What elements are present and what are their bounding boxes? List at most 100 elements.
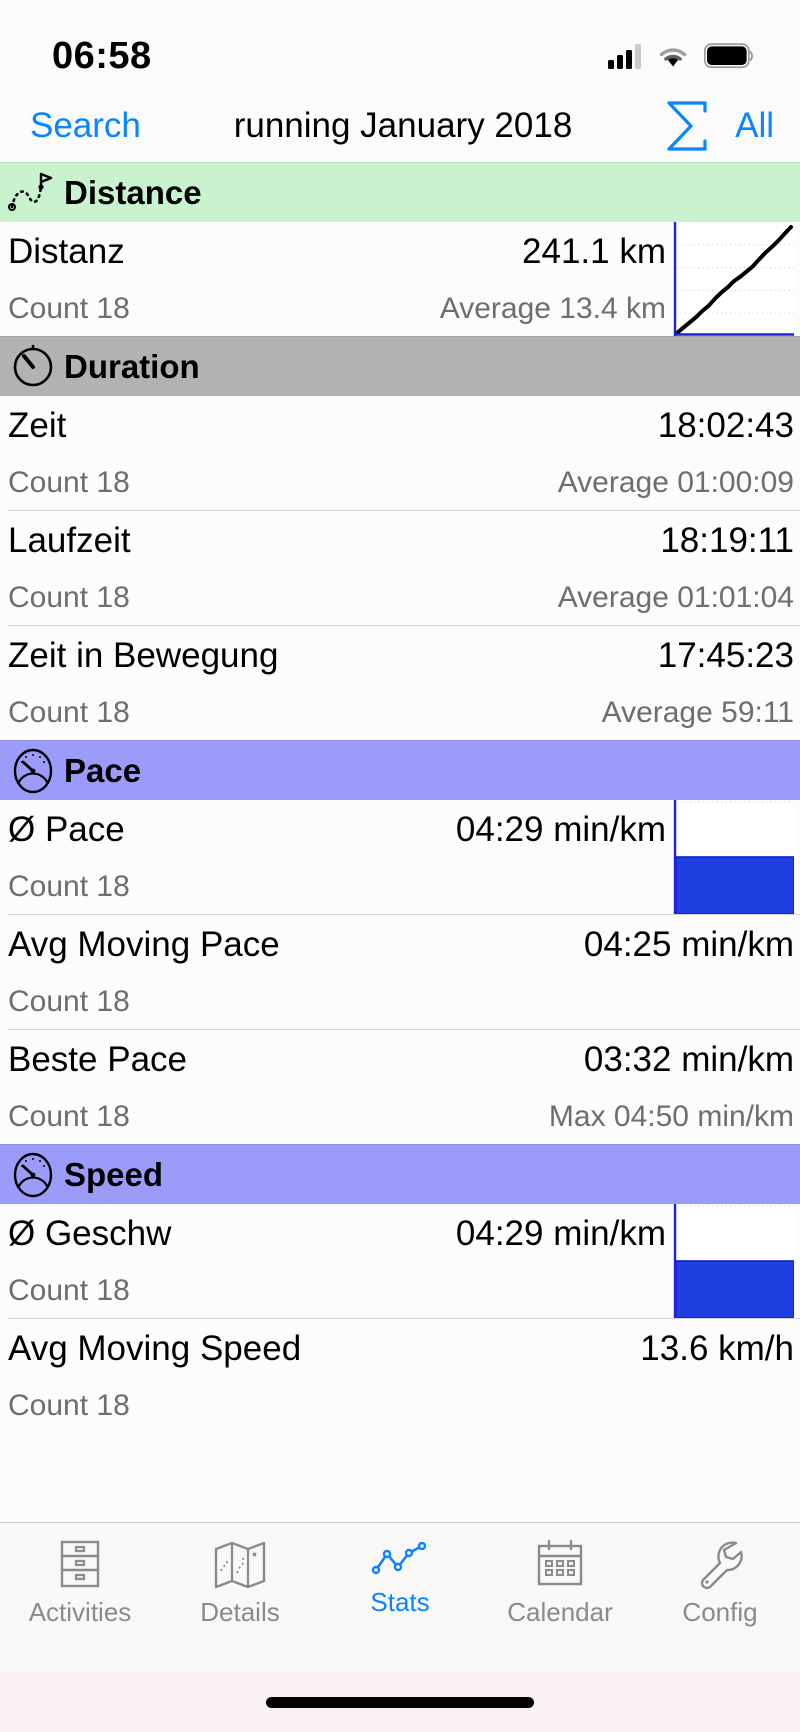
stat-sub-value: Average 01:01:04 bbox=[557, 581, 794, 614]
stat-row-main: Avg Moving Pace 04:25 min/km bbox=[0, 915, 800, 975]
stat-count: Count 18 bbox=[8, 870, 130, 903]
file-cabinet-icon bbox=[60, 1540, 100, 1588]
stat-count: Count 18 bbox=[8, 985, 130, 1018]
stat-value: 18:02:43 bbox=[657, 406, 794, 445]
stat-label: Avg Moving Speed bbox=[8, 1329, 302, 1368]
stat-label: Zeit in Bewegung bbox=[8, 636, 279, 675]
stat-sub-value: Average 59:11 bbox=[601, 696, 794, 729]
folded-map-icon bbox=[214, 1541, 266, 1589]
home-indicator[interactable] bbox=[266, 1696, 534, 1708]
stat-sub-value: Max 04:50 min/km bbox=[548, 1100, 794, 1133]
stat-row[interactable]: Avg Moving Pace 04:25 min/km Count 18 bbox=[0, 915, 800, 1029]
tab-label: Calendar bbox=[507, 1597, 613, 1627]
tab-label: Activities bbox=[28, 1597, 132, 1627]
stat-row-main: Avg Moving Speed 13.6 km/h bbox=[0, 1319, 800, 1379]
app-screen: 06:58 Search running January 2018 All Di… bbox=[0, 0, 800, 1732]
stat-count: Count 18 bbox=[8, 292, 130, 325]
tab-config[interactable]: Config bbox=[640, 1537, 800, 1628]
stat-row-main: Zeit 18:02:43 bbox=[0, 396, 800, 456]
speedometer-icon bbox=[13, 748, 53, 793]
navigation-bar: Search running January 2018 All bbox=[0, 90, 800, 162]
search-button[interactable]: Search bbox=[30, 106, 141, 146]
wifi-icon bbox=[659, 48, 687, 67]
stat-count: Count 18 bbox=[8, 466, 130, 499]
stat-sub-value: Average 01:00:09 bbox=[557, 466, 794, 499]
stat-row-sub: Count 18 Average 59:11 bbox=[0, 686, 800, 740]
average-bar-chart bbox=[672, 800, 795, 915]
stat-row-sub: Count 18 bbox=[0, 1379, 800, 1433]
stat-value: 04:25 min/km bbox=[583, 925, 794, 964]
stat-row-sub: Count 18 Average 01:00:09 bbox=[0, 456, 800, 510]
calendar-icon bbox=[537, 1539, 583, 1586]
tab-activities[interactable]: Activities bbox=[0, 1537, 160, 1628]
stat-count: Count 18 bbox=[8, 696, 130, 729]
stat-row[interactable]: Avg Moving Speed 13.6 km/h Count 18 bbox=[0, 1319, 800, 1433]
all-filter-button[interactable]: All bbox=[735, 106, 774, 146]
stat-row-main: Zeit in Bewegung 17:45:23 bbox=[0, 626, 800, 686]
route-path-flag-icon bbox=[4, 171, 62, 215]
stat-row-main: Laufzeit 18:19:11 bbox=[0, 511, 800, 571]
status-bar-time: 06:58 bbox=[52, 34, 152, 77]
wrench-icon bbox=[700, 1541, 743, 1590]
tab-calendar[interactable]: Calendar bbox=[480, 1537, 640, 1628]
stat-row[interactable]: Laufzeit 18:19:11 Count 18 Average 01:01:04 bbox=[0, 511, 800, 625]
stat-row[interactable]: Ø Geschw 04:29 min/km Count 18 bbox=[0, 1204, 800, 1319]
speedometer-icon bbox=[4, 1150, 62, 1200]
stat-row[interactable]: Beste Pace 03:32 min/km Count 18 Max 04:50 … bbox=[0, 1030, 800, 1144]
stopwatch-icon bbox=[4, 344, 62, 390]
section-header-duration[interactable]: Duration bbox=[0, 336, 800, 396]
section-header-pace[interactable]: Pace bbox=[0, 740, 800, 800]
stat-row[interactable]: Distanz 241.1 km Count 18 Average 13.4 km bbox=[0, 222, 800, 336]
home-indicator-area bbox=[0, 1672, 800, 1732]
route-path-flag-icon bbox=[8, 172, 53, 211]
section-header-speed[interactable]: Speed bbox=[0, 1144, 800, 1204]
stat-row[interactable]: Zeit 18:02:43 Count 18 Average 01:00:09 bbox=[0, 396, 800, 510]
section-title: Distance bbox=[64, 173, 202, 211]
stat-label: Distanz bbox=[8, 232, 125, 271]
stopwatch-icon bbox=[13, 344, 53, 386]
cellular-signal-icon bbox=[608, 44, 641, 69]
distance-sparkline-chart bbox=[672, 222, 794, 336]
stat-count: Count 18 bbox=[8, 581, 130, 614]
stat-sub-value: Average 13.4 km bbox=[439, 292, 666, 325]
line-chart-icon bbox=[371, 1541, 427, 1575]
section-header-distance[interactable]: Distance bbox=[0, 162, 800, 222]
stat-value: 18:19:11 bbox=[660, 521, 794, 560]
sigma-summation-icon[interactable] bbox=[661, 98, 713, 154]
stat-label: Ø Geschw bbox=[8, 1214, 172, 1253]
tab-stats[interactable]: Stats bbox=[320, 1537, 480, 1618]
stat-label: Beste Pace bbox=[8, 1040, 187, 1079]
page-title: running January 2018 bbox=[233, 106, 573, 145]
stat-row-sub: Count 18 Max 04:50 min/km bbox=[0, 1090, 800, 1144]
stat-value: 13.6 km/h bbox=[640, 1329, 794, 1368]
section-title: Duration bbox=[64, 347, 200, 385]
stat-value: 17:45:23 bbox=[657, 636, 794, 675]
status-bar-indicators bbox=[608, 43, 754, 69]
stat-label: Zeit bbox=[8, 406, 67, 445]
stat-count: Count 18 bbox=[8, 1389, 130, 1422]
stat-value: 04:29 min/km bbox=[455, 1214, 666, 1253]
stat-count: Count 18 bbox=[8, 1274, 130, 1307]
stat-label: Avg Moving Pace bbox=[8, 925, 280, 964]
status-bar: 06:58 bbox=[0, 0, 800, 90]
speedometer-icon bbox=[13, 1152, 53, 1197]
section-title: Speed bbox=[64, 1155, 164, 1193]
stat-row[interactable]: Ø Pace 04:29 min/km Count 18 bbox=[0, 800, 800, 915]
stat-label: Laufzeit bbox=[8, 521, 131, 560]
section-title: Pace bbox=[64, 751, 142, 789]
stat-value: 03:32 min/km bbox=[583, 1040, 794, 1079]
stat-value: 04:29 min/km bbox=[455, 810, 666, 849]
stat-label: Ø Pace bbox=[8, 810, 125, 849]
stats-list[interactable]: Distance Distanz 241.1 km Count 18 Average 1… bbox=[0, 162, 800, 1522]
stat-count: Count 18 bbox=[8, 1100, 130, 1133]
battery-icon bbox=[704, 43, 754, 69]
tab-label: Stats bbox=[370, 1587, 430, 1617]
speedometer-icon bbox=[4, 746, 62, 796]
tab-bar[interactable]: Activities Details Stats Calendar Config bbox=[0, 1522, 800, 1672]
tab-label: Details bbox=[200, 1597, 280, 1627]
stat-row-sub: Count 18 bbox=[0, 975, 800, 1029]
tab-label: Config bbox=[682, 1597, 758, 1627]
stat-row[interactable]: Zeit in Bewegung 17:45:23 Count 18 Average … bbox=[0, 626, 800, 740]
tab-details[interactable]: Details bbox=[160, 1537, 320, 1628]
stat-value: 241.1 km bbox=[522, 232, 666, 271]
